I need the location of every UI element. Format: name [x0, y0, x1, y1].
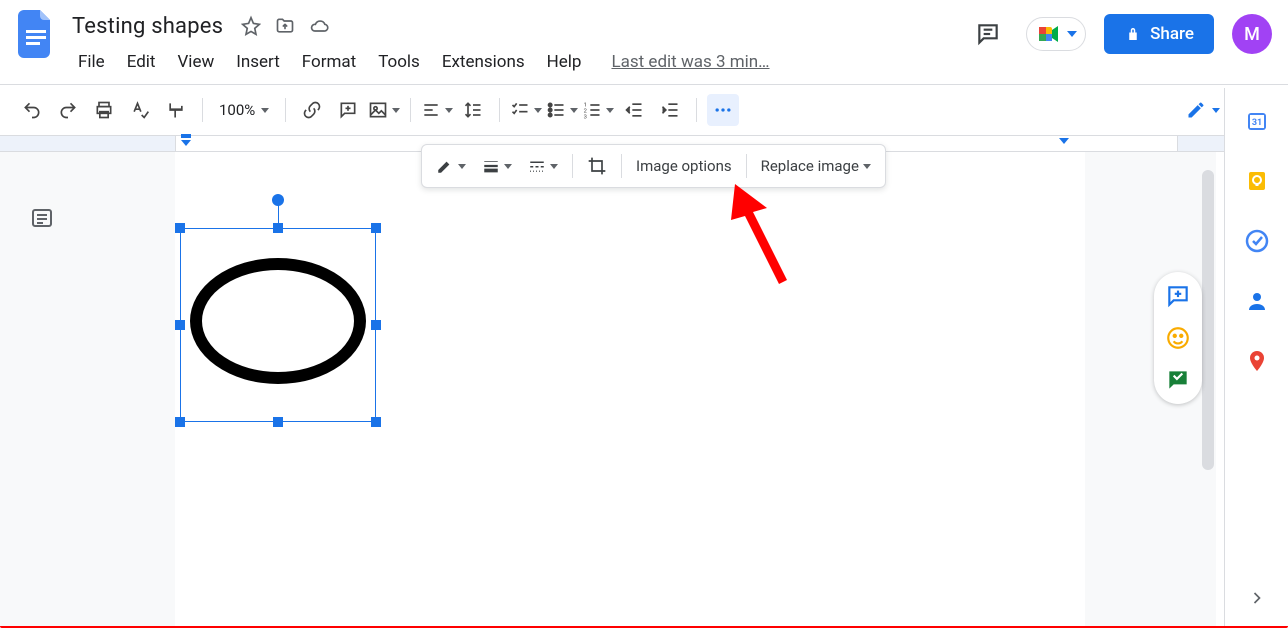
tasks-app-icon[interactable]: [1244, 228, 1270, 254]
menu-view[interactable]: View: [167, 48, 224, 76]
main-toolbar: 100% 123: [0, 94, 1178, 126]
checklist-button[interactable]: [510, 94, 542, 126]
add-comment-button[interactable]: [1164, 282, 1192, 310]
undo-button[interactable]: [16, 94, 48, 126]
insert-link-button[interactable]: [296, 94, 328, 126]
ellipse-shape: [190, 258, 366, 384]
caret-down-icon: [1212, 108, 1220, 113]
move-icon[interactable]: [275, 16, 295, 36]
editing-mode-button[interactable]: [1178, 96, 1228, 124]
menu-edit[interactable]: Edit: [117, 48, 166, 76]
resize-handle-r[interactable]: [371, 320, 381, 330]
inline-action-pill: [1154, 272, 1202, 404]
rotation-handle[interactable]: [272, 194, 284, 206]
resize-handle-tl[interactable]: [175, 223, 185, 233]
show-side-panel-button[interactable]: [1241, 582, 1273, 614]
meet-button[interactable]: [1026, 17, 1086, 51]
zoom-value: 100%: [219, 101, 255, 119]
menu-extensions[interactable]: Extensions: [432, 48, 535, 76]
indent-marker-left[interactable]: [180, 134, 192, 148]
insert-image-button[interactable]: [368, 94, 400, 126]
replace-image-button[interactable]: Replace image: [755, 150, 877, 182]
border-color-button[interactable]: [430, 150, 472, 182]
caret-down-icon: [1067, 31, 1077, 37]
indent-marker-right[interactable]: [1058, 138, 1070, 148]
menu-insert[interactable]: Insert: [226, 48, 290, 76]
caret-down-icon: [570, 108, 578, 113]
menu-format[interactable]: Format: [292, 48, 366, 76]
crop-image-button[interactable]: [581, 150, 613, 182]
selected-image[interactable]: [180, 228, 376, 422]
border-weight-button[interactable]: [476, 150, 518, 182]
keep-app-icon[interactable]: [1244, 168, 1270, 194]
menu-file[interactable]: File: [68, 48, 115, 76]
side-panel: 31: [1224, 88, 1288, 628]
zoom-select[interactable]: 100%: [213, 101, 275, 119]
image-options-label: Image options: [636, 157, 732, 175]
more-button[interactable]: [707, 94, 739, 126]
account-avatar[interactable]: M: [1232, 14, 1272, 54]
redo-button[interactable]: [52, 94, 84, 126]
caret-down-icon: [606, 108, 614, 113]
resize-handle-tr[interactable]: [371, 223, 381, 233]
menu-tools[interactable]: Tools: [368, 48, 430, 76]
border-dash-button[interactable]: [522, 150, 564, 182]
paint-format-button[interactable]: [160, 94, 192, 126]
star-icon[interactable]: [241, 16, 261, 36]
cloud-done-icon[interactable]: [309, 16, 329, 36]
emoji-reaction-button[interactable]: [1164, 324, 1192, 352]
spellcheck-button[interactable]: [124, 94, 156, 126]
caret-down-icon: [261, 108, 269, 113]
suggest-edits-button[interactable]: [1164, 366, 1192, 394]
share-label: Share: [1150, 24, 1194, 44]
caret-down-icon: [534, 108, 542, 113]
image-context-toolbar: Image options Replace image: [421, 144, 886, 188]
contacts-app-icon[interactable]: [1244, 288, 1270, 314]
maps-app-icon[interactable]: [1244, 348, 1270, 374]
menu-bar: File Edit View Insert Format Tools Exten…: [68, 44, 968, 80]
svg-text:3: 3: [584, 114, 587, 120]
align-button[interactable]: [421, 94, 453, 126]
decrease-indent-button[interactable]: [618, 94, 650, 126]
last-edit-link[interactable]: Last edit was 3 min…: [611, 52, 769, 72]
vertical-scrollbar[interactable]: [1202, 170, 1214, 470]
caret-down-icon: [863, 164, 871, 169]
increase-indent-button[interactable]: [654, 94, 686, 126]
caret-down-icon: [392, 108, 400, 113]
docs-logo[interactable]: [16, 8, 56, 60]
resize-handle-l[interactable]: [175, 320, 185, 330]
caret-down-icon: [445, 108, 453, 113]
document-outline-icon[interactable]: [28, 206, 58, 232]
svg-text:31: 31: [1251, 118, 1261, 128]
open-comments-icon[interactable]: [968, 14, 1008, 54]
calendar-app-icon[interactable]: 31: [1244, 108, 1270, 134]
resize-handle-bl[interactable]: [175, 417, 185, 427]
share-button[interactable]: Share: [1104, 14, 1214, 54]
replace-image-label: Replace image: [761, 157, 859, 175]
caret-down-icon: [458, 164, 466, 169]
image-options-button[interactable]: Image options: [630, 150, 738, 182]
bulleted-list-button[interactable]: [546, 94, 578, 126]
add-comment-button[interactable]: [332, 94, 364, 126]
document-title[interactable]: Testing shapes: [68, 12, 227, 41]
resize-handle-br[interactable]: [371, 417, 381, 427]
caret-down-icon: [504, 164, 512, 169]
line-spacing-button[interactable]: [457, 94, 489, 126]
resize-handle-t[interactable]: [273, 223, 283, 233]
print-button[interactable]: [88, 94, 120, 126]
menu-help[interactable]: Help: [537, 48, 592, 76]
caret-down-icon: [550, 164, 558, 169]
resize-handle-b[interactable]: [273, 417, 283, 427]
numbered-list-button[interactable]: 123: [582, 94, 614, 126]
